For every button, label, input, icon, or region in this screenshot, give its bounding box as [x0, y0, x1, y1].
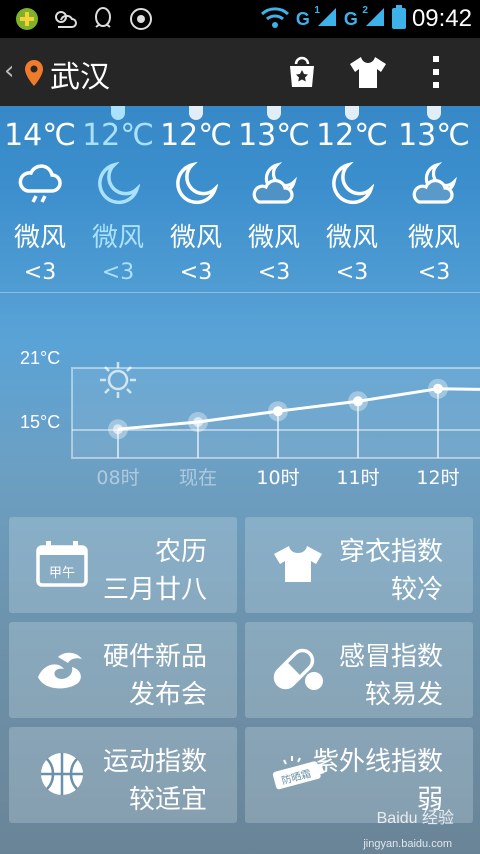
hour-column[interactable]: 12℃ 微风 <3 — [312, 106, 392, 285]
tile-title: 穿衣指数 — [338, 537, 443, 567]
data-point — [273, 406, 283, 417]
hour-wind: 微风 — [169, 223, 222, 253]
moon-icon — [312, 159, 392, 209]
back-icon[interactable]: ‹ — [4, 56, 14, 86]
lunar-calendar-tile[interactable]: 甲午 农历 三月廿八 — [9, 517, 237, 613]
clothing-index-tile[interactable]: 穿衣指数 较冷 — [245, 517, 473, 613]
tile-title: 紫外线指数 — [312, 747, 443, 777]
tile-title: 农历 — [154, 537, 207, 567]
hour-temp: 13℃ — [238, 118, 310, 153]
moon-cloud-icon — [234, 159, 314, 209]
app-plus-icon — [14, 7, 40, 31]
qq-icon — [90, 7, 116, 31]
basketball-icon — [33, 749, 91, 799]
tshirt-icon — [269, 539, 327, 589]
moon-icon — [156, 159, 236, 209]
hour-wind: 微风 — [247, 223, 300, 253]
hour-wind: 微风 — [325, 223, 378, 253]
weather-cloud-icon — [52, 7, 78, 31]
app-bar: ‹ 武汉 — [0, 38, 480, 106]
hour-temp: 14℃ — [4, 118, 76, 153]
hour-wind: 微风 — [13, 223, 66, 253]
data-point — [113, 424, 123, 435]
hour-column[interactable]: 12℃ 微风 <3 — [78, 106, 158, 285]
chart-plot: 08时 现在 10时 11时 12时 — [71, 362, 480, 489]
tile-title: 运动指数 — [102, 747, 207, 777]
cloud-swirl-icon — [33, 644, 91, 694]
hardware-launch-tile[interactable]: 硬件新品 发布会 — [9, 622, 237, 718]
cloud-rain-icon — [0, 159, 80, 209]
temperature-chart[interactable]: 21°C 15°C 08时 现在 10时 11时 12时 — [0, 330, 480, 500]
hour-wind: 微风 — [407, 223, 460, 253]
hour-column[interactable]: 14℃ 微风 <3 — [0, 106, 80, 285]
divider — [0, 292, 480, 293]
hour-temp: 12℃ — [316, 118, 388, 153]
city-name[interactable]: 武汉 — [50, 52, 110, 96]
hour-wind-level: <3 — [179, 260, 213, 285]
tile-value: 发布会 — [128, 680, 207, 710]
tile-value: 较易发 — [364, 680, 443, 710]
calendar-icon: 甲午 — [33, 539, 91, 589]
tile-title: 硬件新品 — [102, 642, 207, 672]
data-point — [433, 383, 443, 394]
hour-column[interactable]: 13℃ 微风 <3 — [394, 106, 474, 285]
tile-value: 较冷 — [390, 575, 443, 605]
hour-wind-level: <3 — [335, 260, 369, 285]
tile-value: 较适宜 — [128, 785, 207, 815]
hour-wind-level: <3 — [417, 260, 451, 285]
location-pin-icon — [24, 60, 44, 90]
hour-wind: 微风 — [91, 223, 144, 253]
data-point — [353, 396, 363, 407]
hour-wind-level: <3 — [23, 260, 57, 285]
hour-column[interactable]: 13℃ 微风 <3 — [234, 106, 314, 285]
hour-temp: 13℃ — [398, 118, 470, 153]
x-tick-label: 10时 — [256, 467, 299, 489]
baidu-watermark: Baidu 经验 — [376, 810, 454, 827]
watermark-url: jingyan.baidu.com — [363, 838, 452, 850]
battery-icon — [391, 5, 406, 33]
tile-title: 感冒指数 — [338, 642, 443, 672]
status-bar: G1 G2 09:42 — [0, 0, 480, 38]
moon-icon — [78, 159, 158, 209]
tshirt-icon[interactable] — [348, 52, 388, 92]
moon-cloud-icon — [394, 159, 474, 209]
calendar-icon-text: 甲午 — [49, 566, 75, 581]
clock: 09:42 — [411, 5, 472, 32]
x-tick-label: 11时 — [336, 467, 379, 489]
hour-column[interactable]: 12℃ 微风 <3 — [156, 106, 236, 285]
pill-icon — [269, 644, 327, 694]
data-point — [193, 417, 203, 427]
tile-value: 三月廿八 — [102, 575, 207, 605]
hour-wind-level: <3 — [101, 260, 135, 285]
x-tick-label: 12时 — [416, 467, 459, 489]
hourly-forecast[interactable]: 14℃ 微风 <3 12℃ 微风 <3 12℃ 微风 <3 13℃ 微风 <3 — [0, 106, 480, 294]
wifi-icon — [260, 6, 290, 32]
x-tick-label: 现在 — [179, 467, 217, 489]
sim1-network: G1 — [295, 4, 320, 29]
sport-index-tile[interactable]: 运动指数 较适宜 — [9, 727, 237, 823]
x-tick-label: 08时 — [96, 467, 139, 489]
shopping-bag-icon[interactable] — [282, 52, 322, 92]
hour-wind-level: <3 — [257, 260, 291, 285]
sim2-network: G2 — [343, 4, 368, 29]
camera-icon — [128, 7, 154, 31]
cold-index-tile[interactable]: 感冒指数 较易发 — [245, 622, 473, 718]
overflow-menu-icon[interactable] — [416, 52, 456, 92]
hour-temp: 12℃ — [82, 118, 154, 153]
hour-temp: 12℃ — [160, 118, 232, 153]
